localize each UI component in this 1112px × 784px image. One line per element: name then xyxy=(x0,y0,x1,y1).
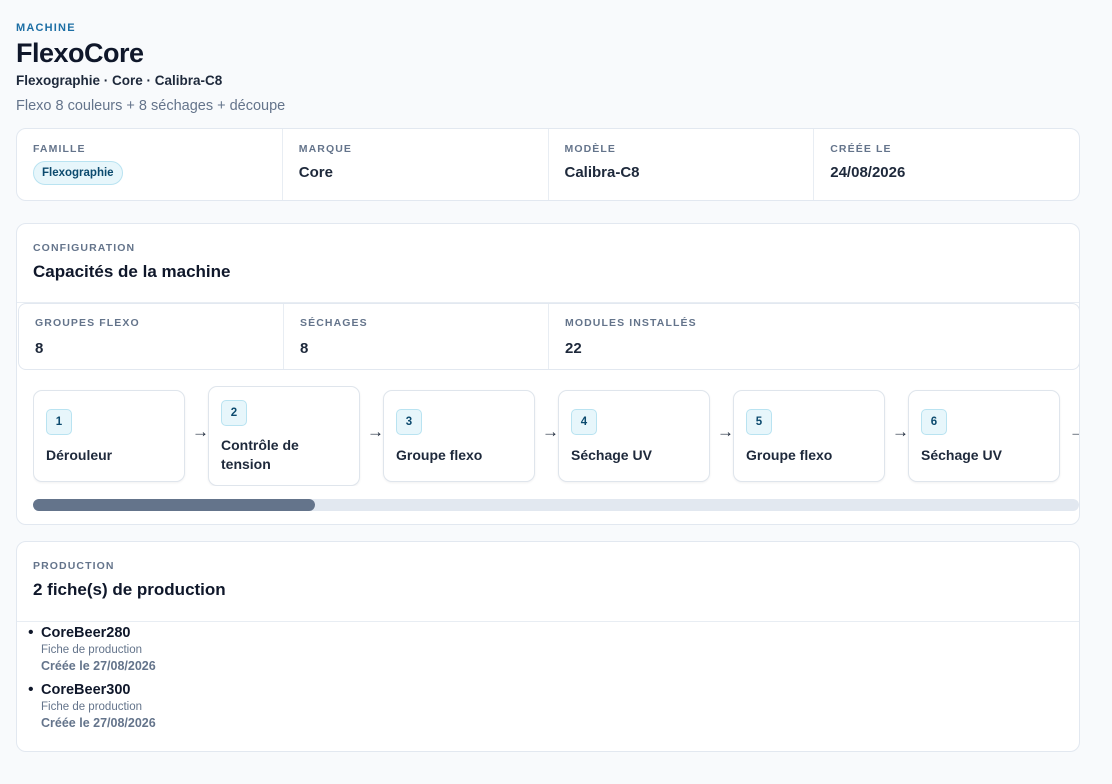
step-number: 5 xyxy=(746,409,772,435)
step-number: 4 xyxy=(571,409,597,435)
brand-cell: MARQUE Core xyxy=(283,129,549,200)
sheet-type: Fiche de production xyxy=(41,644,143,656)
step-label: Séchage UV xyxy=(921,447,1002,463)
module-step[interactable]: 1 Dérouleur xyxy=(33,390,185,482)
arrow-right-icon: → xyxy=(892,422,909,441)
configuration-header: CONFIGURATION Capacités de la machine xyxy=(17,224,1079,303)
production-header: PRODUCTION 2 fiche(s) de production xyxy=(17,542,1079,622)
arrow-right-icon: → xyxy=(717,422,734,441)
stat-value: 8 xyxy=(300,340,309,357)
sheet-date: Créée le 27/08/2026 xyxy=(41,659,156,673)
machine-info-card: FAMILLE Flexographie MARQUE Core MODÈLE … xyxy=(16,128,1080,201)
stat-label: SÉCHAGES xyxy=(300,317,368,329)
stat-label: MODULES INSTALLÉS xyxy=(565,317,697,329)
step-label: Groupe flexo xyxy=(396,447,483,463)
production-eyebrow: PRODUCTION xyxy=(33,560,115,572)
family-badge: Flexographie xyxy=(33,161,123,185)
arrow-right-icon: → xyxy=(367,422,384,441)
step-number: 1 xyxy=(46,409,72,435)
production-title: 2 fiche(s) de production xyxy=(33,580,226,599)
arrow-right-icon: → xyxy=(192,422,209,441)
capacity-stats: GROUPES FLEXO 8 SÉCHAGES 8 MODULES INSTA… xyxy=(18,303,1079,370)
module-step[interactable]: 6 Séchage UV xyxy=(908,390,1060,482)
step-label: Groupe flexo xyxy=(746,447,833,463)
page-eyebrow: MACHINE xyxy=(16,22,76,34)
step-label: Séchage UV xyxy=(571,447,652,463)
module-steps-scroller[interactable]: 1 Dérouleur → 2 Contrôle de tension → 3 … xyxy=(33,386,1079,486)
module-step[interactable]: 5 Groupe flexo xyxy=(733,390,885,482)
sheet-date: Créée le 27/08/2026 xyxy=(41,716,156,730)
page-description: Flexo 8 couleurs + 8 séchages + découpe xyxy=(16,98,286,114)
model-label: MODÈLE xyxy=(564,143,617,155)
sheet-name[interactable]: CoreBeer300 xyxy=(41,681,1079,699)
bullet-icon: • xyxy=(28,681,34,698)
scrollbar-thumb[interactable] xyxy=(33,499,315,511)
horizontal-scrollbar[interactable] xyxy=(33,499,1079,511)
step-label: Dérouleur xyxy=(46,447,113,463)
configuration-eyebrow: CONFIGURATION xyxy=(33,242,136,254)
arrow-right-icon: → xyxy=(1069,422,1079,442)
page-subtitle: Flexographie · Core · Calibra-C8 xyxy=(16,73,223,88)
stat-label: GROUPES FLEXO xyxy=(35,317,140,329)
stat-installed-modules: MODULES INSTALLÉS 22 xyxy=(549,304,1079,369)
brand-label: MARQUE xyxy=(298,143,353,155)
stat-flexo-groups: GROUPES FLEXO 8 xyxy=(19,304,284,369)
model-value: Calibra-C8 xyxy=(564,164,640,181)
brand-value: Core xyxy=(298,164,333,181)
created-label: CRÉÉE LE xyxy=(830,143,892,155)
production-sheet-item[interactable]: • CoreBeer300 Fiche de production Créée … xyxy=(17,681,1079,738)
created-value: 24/08/2026 xyxy=(830,164,906,181)
production-card: PRODUCTION 2 fiche(s) de production • Co… xyxy=(16,541,1080,752)
step-number: 2 xyxy=(221,400,247,426)
stat-dryers: SÉCHAGES 8 xyxy=(284,304,549,369)
family-label: FAMILLE xyxy=(33,143,86,155)
production-sheet-list: • CoreBeer280 Fiche de production Créée … xyxy=(17,624,1079,738)
bullet-icon: • xyxy=(28,624,34,641)
step-number: 6 xyxy=(921,409,947,435)
module-step[interactable]: 2 Contrôle de tension xyxy=(208,386,360,486)
page-title: FlexoCore xyxy=(16,38,144,68)
model-cell: MODÈLE Calibra-C8 xyxy=(549,129,815,200)
arrow-right-icon: → xyxy=(542,422,559,441)
stat-value: 8 xyxy=(35,340,44,357)
family-cell: FAMILLE Flexographie xyxy=(17,129,283,200)
step-number: 3 xyxy=(396,409,422,435)
stat-value: 22 xyxy=(565,340,582,357)
configuration-card: CONFIGURATION Capacités de la machine GR… xyxy=(16,223,1080,525)
module-step[interactable]: 4 Séchage UV xyxy=(558,390,710,482)
step-label: Contrôle de tension xyxy=(221,437,299,472)
created-cell: CRÉÉE LE 24/08/2026 xyxy=(814,129,1079,200)
configuration-title: Capacités de la machine xyxy=(33,262,231,281)
production-sheet-item[interactable]: • CoreBeer280 Fiche de production Créée … xyxy=(17,624,1079,681)
sheet-type: Fiche de production xyxy=(41,701,143,713)
module-step[interactable]: 3 Groupe flexo xyxy=(383,390,535,482)
sheet-name[interactable]: CoreBeer280 xyxy=(41,624,1079,642)
